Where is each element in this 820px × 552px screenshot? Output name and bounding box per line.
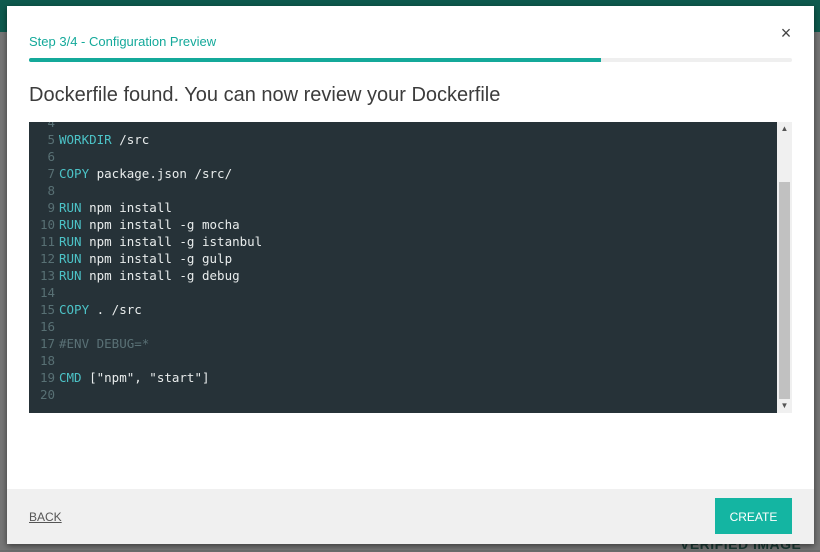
code-line: 18 [29,352,777,369]
code-lines: 4 5 WORKDIR /src 6 7 COPY package.json /src/8… [29,122,777,403]
code-line: 19 CMD ["npm", "start"] [29,369,777,386]
code-keyword: RUN [59,217,82,232]
progress-fill [29,58,602,62]
code-text: ["npm", "start"] [81,370,210,385]
code-text: npm install -g gulp [81,251,233,266]
code-text: /src [111,132,150,147]
line-number: 7 [47,166,55,181]
code-keyword: RUN [59,251,82,266]
line-number: 15 [39,302,55,317]
line-number: 17 [39,336,55,351]
code-line: 9 RUN npm install [29,199,777,216]
scroll-up-icon[interactable]: ▲ [777,122,792,136]
code-line: 16 [29,318,777,335]
code-line: 11 RUN npm install -g istanbul [29,233,777,250]
line-number: 16 [39,319,55,334]
code-line: 10 RUN npm install -g mocha [29,216,777,233]
code-line: 6 [29,148,777,165]
code-line: 5 WORKDIR /src [29,131,777,148]
line-number: 6 [47,149,55,164]
code-text: . /src [89,302,142,317]
code-line: 14 [29,284,777,301]
create-dialog: Step 3/4 - Configuration Preview × Docke… [7,6,814,544]
scroll-down-icon[interactable]: ▼ [777,399,792,413]
line-number: 20 [39,387,55,402]
code-text: npm install -g debug [81,268,240,283]
line-number: 10 [39,217,55,232]
code-line: 20 [29,386,777,403]
code-text: npm install -g mocha [81,217,240,232]
scrollbar-thumb[interactable] [779,182,790,399]
line-number: 11 [39,234,55,249]
code-line: 13 RUN npm install -g debug [29,267,777,284]
back-button[interactable]: BACK [29,510,62,524]
line-number: 18 [39,353,55,368]
code-keyword: WORKDIR [59,132,112,147]
code-text: npm install [81,200,172,215]
step-label: Step 3/4 - Configuration Preview [29,34,217,49]
dialog-footer: BACK CREATE [7,489,814,544]
line-number: 8 [47,183,55,198]
code-text: package.json /src/ [89,166,233,181]
line-number: 9 [47,200,55,215]
line-number: 13 [39,268,55,283]
step-progress-bar [29,58,792,62]
code-line: 8 [29,182,777,199]
code-comment: #ENV DEBUG=* [59,336,150,351]
dockerfile-editor[interactable]: 4 5 WORKDIR /src 6 7 COPY package.json /src/8… [29,122,792,413]
code-keyword: COPY [59,166,90,181]
code-keyword: RUN [59,200,82,215]
line-number: 4 [47,122,55,130]
code-keyword: RUN [59,234,82,249]
line-number: 14 [39,285,55,300]
code-keyword: RUN [59,268,82,283]
code-text: npm install -g istanbul [81,234,263,249]
code-line: 17 #ENV DEBUG=* [29,335,777,352]
line-number: 19 [39,370,55,385]
code-line: 4 [29,122,777,131]
code-keyword: CMD [59,370,82,385]
code-keyword: COPY [59,302,90,317]
create-button[interactable]: CREATE [715,498,792,534]
line-number: 5 [47,132,55,147]
editor-scrollbar[interactable]: ▲ ▼ [777,122,792,413]
code-line: 7 COPY package.json /src/ [29,165,777,182]
dialog-heading: Dockerfile found. You can now review you… [29,84,501,106]
line-number: 12 [39,251,55,266]
close-icon[interactable]: × [778,24,794,42]
code-line: 15 COPY . /src [29,301,777,318]
code-line: 12 RUN npm install -g gulp [29,250,777,267]
